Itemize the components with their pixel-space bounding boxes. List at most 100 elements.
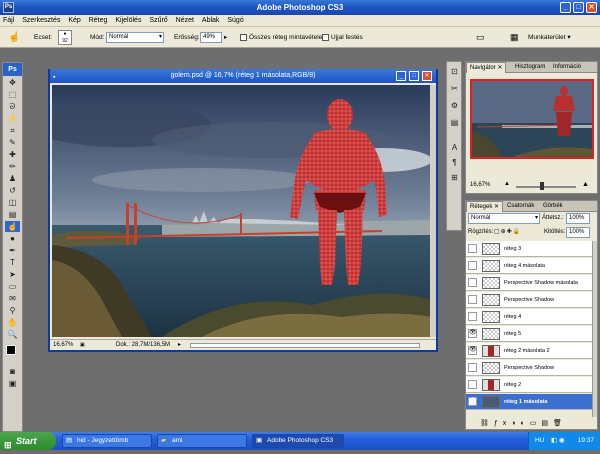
layer-row[interactable]: réteg 2 — [466, 377, 592, 393]
eye-icon[interactable]: 👁 — [468, 397, 477, 406]
navigator-zoom[interactable]: 16,67% — [470, 182, 490, 188]
lasso-tool-icon[interactable]: ᘐ — [5, 101, 20, 112]
tab-paths[interactable]: Görbék — [540, 201, 566, 212]
eye-icon[interactable]: 👁 — [468, 346, 477, 355]
lock-icons[interactable]: ▢⊕✚🔒 — [494, 228, 521, 235]
zoom-slider[interactable] — [516, 186, 576, 188]
tab-histogram[interactable]: Hisztogram — [512, 62, 548, 73]
menu-filter[interactable]: Szűrő — [146, 17, 170, 24]
smudge-tool-icon[interactable]: ☝ — [5, 221, 20, 232]
foreground-color[interactable] — [6, 345, 16, 355]
menu-layer[interactable]: Réteg — [86, 17, 111, 24]
layer-comps-dock-icon[interactable]: ▤ — [447, 117, 462, 128]
type-tool-icon[interactable]: T — [5, 257, 20, 268]
start-button[interactable]: ⊞ Start — [0, 432, 56, 450]
menu-help[interactable]: Súgó — [224, 17, 246, 24]
quick-mask-icon[interactable]: ◙ — [5, 366, 20, 377]
layer-row[interactable]: réteg 4 — [466, 309, 592, 325]
menu-file[interactable]: Fájl — [0, 17, 17, 24]
brush-tool-icon[interactable]: ✏ — [5, 161, 20, 172]
shape-tool-icon[interactable]: ▭ — [5, 281, 20, 292]
navigator-dock-icon[interactable]: ⊡ — [447, 66, 462, 77]
notes-tool-icon[interactable]: ✉ — [5, 293, 20, 304]
visibility-toggle[interactable] — [468, 380, 477, 389]
character-dock-icon[interactable]: A — [447, 142, 462, 153]
tray-icons[interactable]: ◧ ◉ — [551, 432, 565, 450]
clock[interactable]: 19:37 — [578, 437, 594, 444]
layer-row[interactable]: Perspective Shadow — [466, 360, 592, 376]
tab-layers[interactable]: Rétegek ✕ — [466, 201, 504, 212]
document-titlebar[interactable]: ▪ golem.psd @ 16,7% (réteg 1 másolata,RG… — [50, 69, 436, 83]
taskbar-photoshop[interactable]: ▣ Adobe Photoshop CS3 — [252, 434, 344, 448]
mode-select[interactable]: Normál ▾ — [106, 32, 164, 43]
zoom-tool-icon[interactable]: 🔍 — [5, 329, 20, 340]
visibility-toggle[interactable] — [468, 244, 477, 253]
screen-mode-icon[interactable]: ▣ — [5, 378, 20, 389]
sample-all-checkbox[interactable] — [240, 34, 247, 41]
layer-row-selected[interactable]: 👁 réteg 1 másolata — [466, 394, 592, 410]
close-button[interactable]: ✕ — [586, 2, 597, 13]
tab-info[interactable]: Információ — [550, 62, 584, 73]
marquee-tool-icon[interactable]: ⬚ — [5, 89, 20, 100]
paragraph-dock-icon[interactable]: ¶ — [447, 157, 462, 168]
eraser-tool-icon[interactable]: ◫ — [5, 197, 20, 208]
close-icon[interactable]: ✕ — [497, 65, 502, 71]
doc-close-button[interactable]: ✕ — [422, 71, 432, 81]
slice-tool-icon[interactable]: ✎ — [5, 137, 20, 148]
opacity-input[interactable]: 100% — [566, 213, 590, 224]
tab-navigator[interactable]: Navigátor ✕ — [466, 62, 507, 73]
close-icon[interactable]: ✕ — [494, 204, 499, 210]
menu-edit[interactable]: Szerkesztés — [19, 17, 63, 24]
layers-scrollbar[interactable] — [592, 241, 597, 417]
layer-row[interactable]: réteg 3 — [466, 241, 592, 257]
vertical-scrollbar[interactable] — [430, 85, 436, 337]
strength-input[interactable]: 49% — [200, 32, 222, 43]
status-menu-icon[interactable]: ▸ — [178, 340, 181, 351]
magic-wand-icon[interactable]: ⚡ — [5, 113, 20, 124]
layer-row[interactable]: réteg 4 másolata — [466, 258, 592, 274]
layer-row[interactable]: 👁 réteg 2 másolata 2 — [466, 343, 592, 359]
crop-tool-icon[interactable]: ⌗ — [5, 125, 20, 136]
taskbar-folder[interactable]: ▰ ami — [157, 434, 247, 448]
minimize-button[interactable]: _ — [560, 2, 571, 13]
layer-row[interactable]: Perspective Shadow — [466, 292, 592, 308]
color-swatches[interactable] — [3, 343, 22, 365]
visibility-toggle[interactable] — [468, 295, 477, 304]
horizontal-scrollbar[interactable] — [190, 343, 420, 348]
actions-dock-icon[interactable]: ⊞ — [447, 172, 462, 183]
healing-brush-icon[interactable]: ✚ — [5, 149, 20, 160]
layer-row[interactable]: 👁 réteg 5 — [466, 326, 592, 342]
doc-minimize-button[interactable]: _ — [396, 71, 406, 81]
navigator-thumbnail[interactable] — [470, 79, 594, 159]
doc-maximize-button[interactable]: □ — [409, 71, 419, 81]
finger-painting-checkbox[interactable] — [322, 34, 329, 41]
workspace-menu[interactable]: Munkaterület ▾ — [528, 27, 571, 48]
zoom-slider-thumb[interactable] — [540, 182, 544, 190]
menu-window[interactable]: Ablak — [199, 17, 223, 24]
image-canvas[interactable] — [52, 85, 432, 337]
smudge-tool-icon[interactable]: ☝ — [8, 27, 20, 48]
gradient-tool-icon[interactable]: ▤ — [5, 209, 20, 220]
language-indicator[interactable]: HU — [535, 432, 544, 450]
workspace-icon[interactable]: ▦ — [510, 27, 519, 48]
menu-image[interactable]: Kép — [65, 17, 83, 24]
taskbar-notepad[interactable]: ▤ hid - Jegyzettömb — [62, 434, 152, 448]
visibility-toggle[interactable] — [468, 363, 477, 372]
visibility-toggle[interactable] — [468, 278, 477, 287]
blend-mode-select[interactable]: Normál ▾ — [468, 213, 540, 224]
maximize-button[interactable]: □ — [573, 2, 584, 13]
zoom-level[interactable]: 16,67% — [53, 340, 73, 351]
strength-dropdown-icon[interactable]: ▸ — [224, 27, 227, 48]
clone-stamp-icon[interactable]: ♟ — [5, 173, 20, 184]
bridge-icon[interactable]: ▭ — [476, 27, 485, 48]
history-brush-icon[interactable]: ↺ — [5, 185, 20, 196]
layer-row[interactable]: Perspective Shadow másolata — [466, 275, 592, 291]
layer-footer-icons[interactable]: ⛓ƒx◑◐▭▤🗑 — [480, 419, 567, 427]
path-select-icon[interactable]: ➤ — [5, 269, 20, 280]
visibility-toggle[interactable] — [468, 312, 477, 321]
menu-select[interactable]: Kijelölés — [112, 17, 144, 24]
fill-input[interactable]: 100% — [566, 227, 590, 238]
tab-channels[interactable]: Csatornák — [504, 201, 537, 212]
zoom-out-icon[interactable]: ▲ — [504, 181, 510, 187]
zoom-in-icon[interactable]: ▲ — [582, 181, 589, 188]
